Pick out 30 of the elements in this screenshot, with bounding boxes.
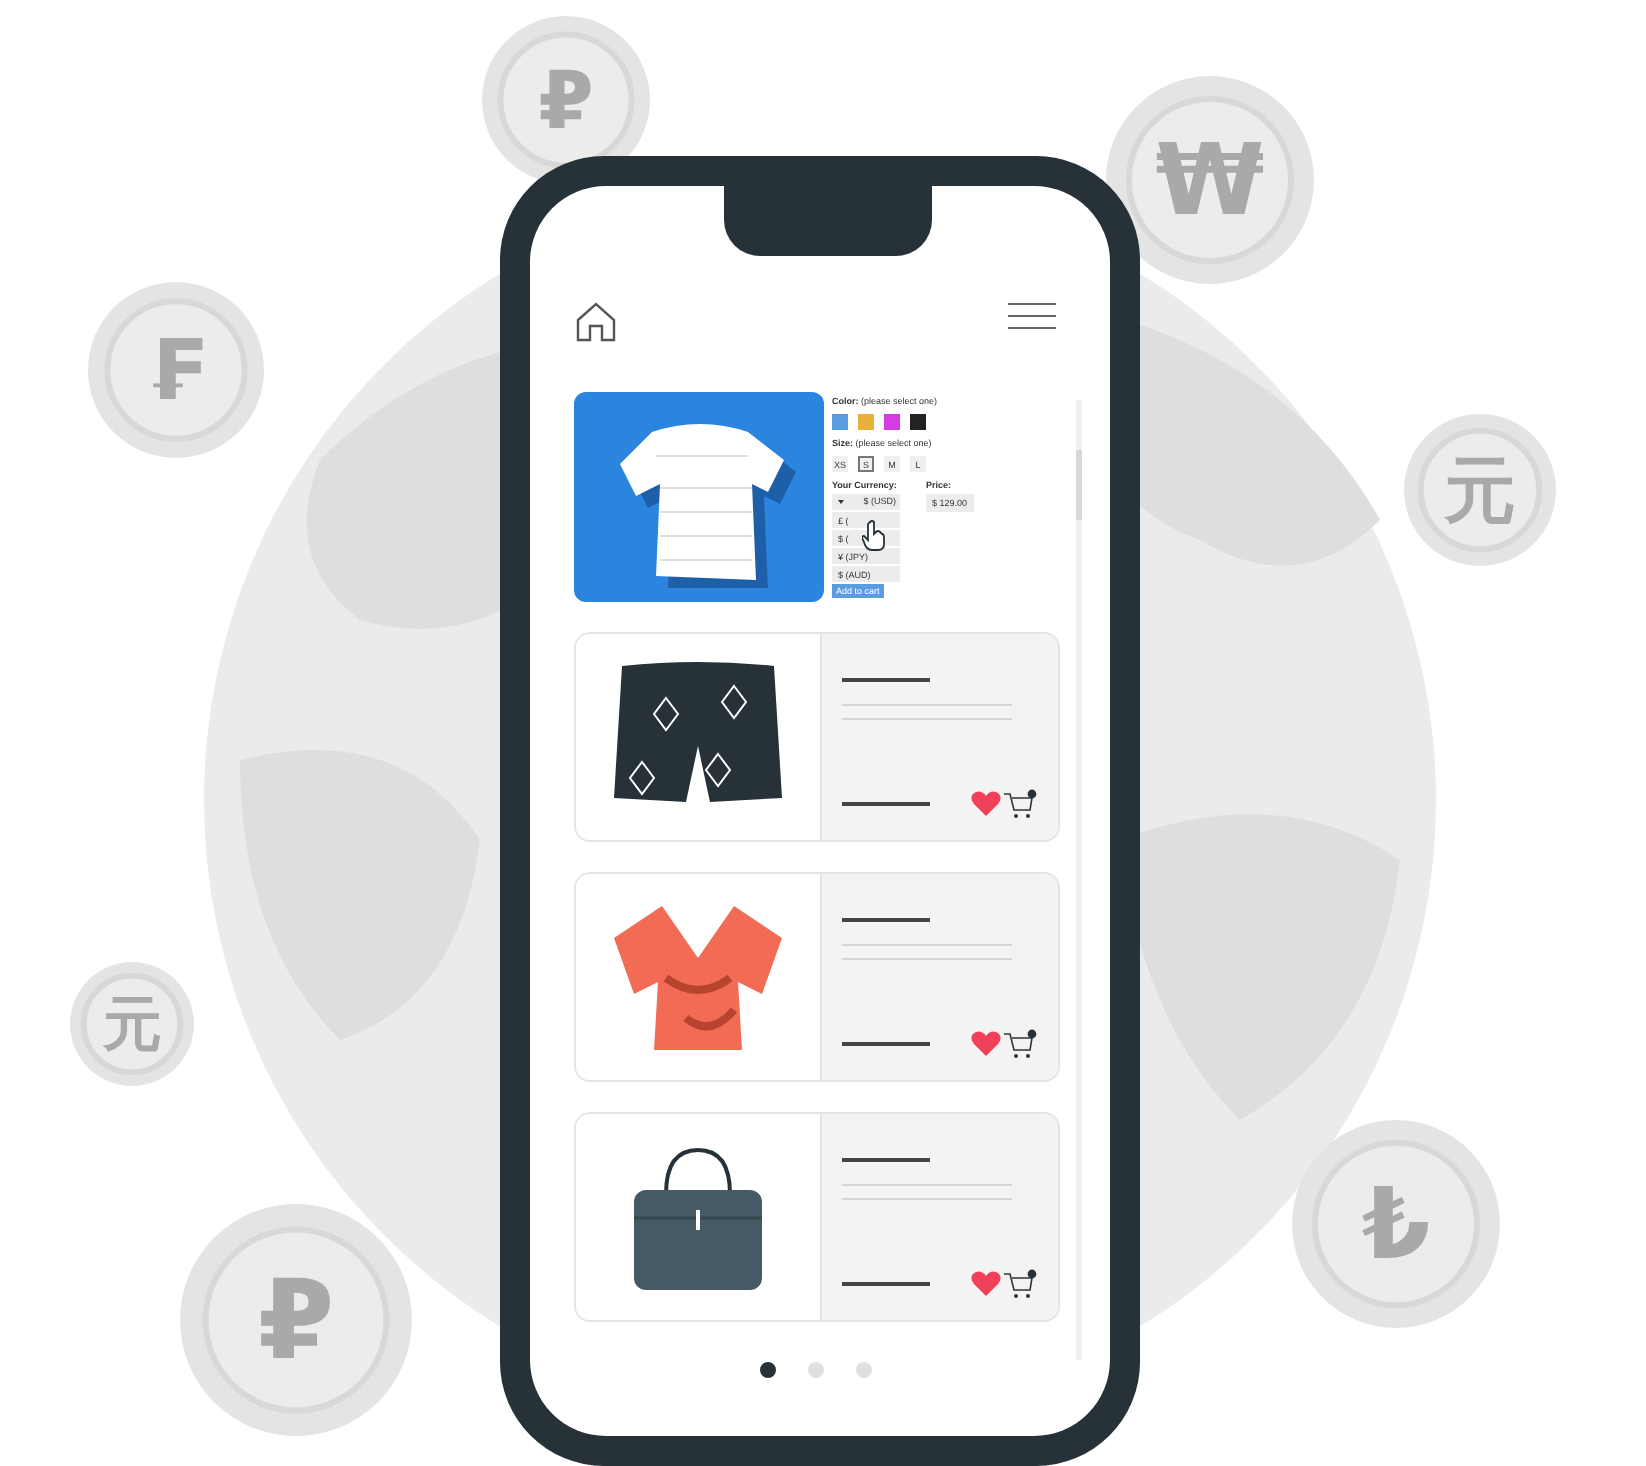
hand-cursor-icon xyxy=(862,520,886,552)
placeholder-line xyxy=(842,678,930,681)
coin-symbol: ₽ xyxy=(538,55,594,148)
caret-icon xyxy=(838,500,844,504)
cart-icon[interactable] xyxy=(1002,1268,1038,1300)
coin-symbol: ₺ xyxy=(1361,1166,1431,1283)
coin-symbol: 元 xyxy=(1444,449,1516,534)
coin-symbol: 元 xyxy=(103,990,161,1059)
placeholder-line xyxy=(842,802,930,806)
color-swatch[interactable] xyxy=(910,414,926,430)
page-dot[interactable] xyxy=(856,1362,872,1378)
placeholder-line xyxy=(842,918,930,921)
home-icon[interactable] xyxy=(574,300,618,344)
placeholder-line xyxy=(842,1158,930,1161)
coin-symbol: ₣ xyxy=(146,321,206,420)
color-swatch[interactable] xyxy=(832,414,848,430)
placeholder-line xyxy=(842,1042,930,1046)
menu-icon[interactable] xyxy=(1006,300,1058,332)
product-card[interactable] xyxy=(574,1112,1060,1322)
coin-drawing xyxy=(70,962,194,1086)
coin-symbol: ₩ xyxy=(1155,122,1265,239)
page-dot[interactable] xyxy=(760,1362,776,1378)
cart-icon[interactable] xyxy=(1002,788,1038,820)
page-dot[interactable] xyxy=(808,1362,824,1378)
color-swatch[interactable] xyxy=(858,414,874,430)
product-card[interactable] xyxy=(574,632,1060,842)
coin-symbol: ₽ xyxy=(257,1256,335,1385)
placeholder-line xyxy=(842,1282,930,1286)
cart-icon[interactable] xyxy=(1002,1028,1038,1060)
color-swatch[interactable] xyxy=(884,414,900,430)
